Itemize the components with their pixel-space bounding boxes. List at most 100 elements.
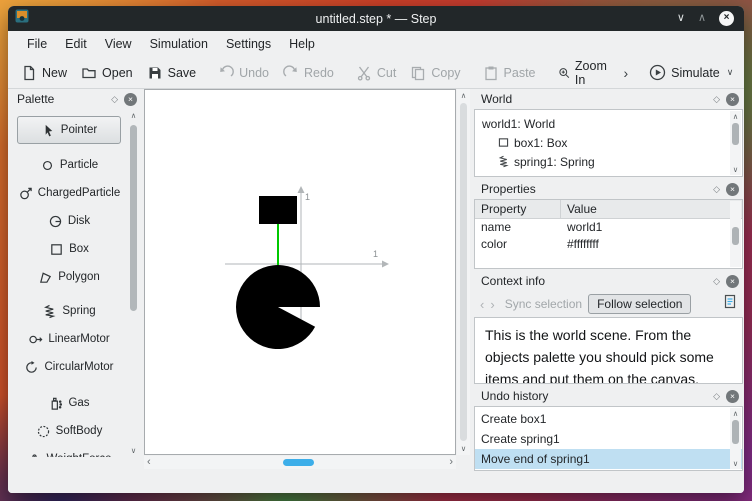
forward-button[interactable]: › [490, 297, 494, 312]
menu-file[interactable]: File [18, 37, 56, 51]
new-button[interactable]: New [14, 60, 74, 86]
canvas-horizontal-thumb[interactable] [283, 459, 314, 466]
maximize-button[interactable]: ∧ [698, 13, 706, 24]
properties-scrollbar-thumb[interactable] [732, 227, 739, 245]
palette-item-particle[interactable]: Particle [12, 151, 126, 179]
scroll-up-icon[interactable]: ∧ [127, 111, 140, 120]
scroll-down-icon[interactable]: ∨ [730, 459, 741, 468]
undo-button[interactable]: Undo [211, 60, 276, 86]
canvas-vertical-thumb[interactable] [460, 103, 467, 441]
undo-history-header: Undo history ◇ × [474, 386, 743, 406]
column-header-value[interactable]: Value [561, 200, 742, 218]
scroll-right-icon[interactable]: › [449, 456, 453, 469]
tree-item-spring1[interactable]: spring1: Spring [475, 152, 742, 171]
scene: 1 1 [225, 186, 389, 350]
world-panel: World ◇ × world1: World box1: Box spring… [474, 89, 743, 177]
world-detach-icon[interactable]: ◇ [713, 94, 720, 105]
undo-history-scrollbar-thumb[interactable] [732, 420, 739, 444]
box1-shape[interactable] [259, 196, 297, 224]
context-info-title: Context info [481, 274, 546, 288]
property-row-color[interactable]: color #ffffffff [475, 236, 742, 253]
open-in-browser-icon[interactable] [723, 294, 737, 314]
palette-item-polygon[interactable]: Polygon [12, 263, 126, 291]
scroll-up-icon[interactable]: ∧ [457, 91, 470, 100]
toolbar-overflow-button[interactable]: › [617, 65, 634, 81]
tree-item-world1[interactable]: world1: World [475, 114, 742, 133]
world-canvas[interactable]: 1 1 [144, 89, 456, 455]
open-button[interactable]: Open [74, 60, 140, 86]
world-scrollbar-thumb[interactable] [732, 123, 739, 145]
menu-view[interactable]: View [96, 37, 141, 51]
palette-item-softbody[interactable]: SoftBody [12, 417, 126, 445]
scroll-down-icon[interactable]: ∨ [457, 444, 470, 453]
palette-close-icon[interactable]: × [124, 92, 137, 106]
cut-button[interactable]: Cut [349, 60, 403, 86]
context-info-header: Context info ◇ × [474, 271, 743, 291]
paste-button[interactable]: Paste [476, 60, 543, 86]
context-info-close-icon[interactable]: × [726, 274, 739, 288]
x-axis-tick: 1 [373, 249, 378, 259]
palette-item-circularmotor[interactable]: CircularMotor [12, 353, 126, 381]
properties-close-icon[interactable]: × [726, 182, 739, 196]
cut-icon [357, 66, 371, 81]
scroll-up-icon[interactable]: ∧ [730, 112, 741, 121]
scroll-down-icon[interactable]: ∨ [127, 446, 140, 455]
palette-item-gas[interactable]: Gas [12, 389, 126, 417]
properties-scrollbar[interactable] [730, 201, 741, 267]
context-info-text: This is the world scene. From the object… [474, 317, 743, 384]
undo-history-close-icon[interactable]: × [726, 389, 739, 403]
scroll-left-icon[interactable]: ‹ [147, 456, 151, 469]
disk-icon [49, 215, 61, 227]
palette-item-disk[interactable]: Disk [12, 207, 126, 235]
property-row-name[interactable]: name world1 [475, 219, 742, 236]
sync-selection-button[interactable]: Sync selection [505, 297, 582, 311]
palette-item-spring[interactable]: Spring [12, 297, 126, 325]
minimize-button[interactable]: ∨ [677, 13, 685, 24]
menu-settings[interactable]: Settings [217, 37, 280, 51]
column-header-property[interactable]: Property [475, 200, 561, 218]
redo-button[interactable]: Redo [276, 60, 341, 86]
weight-icon [31, 453, 37, 457]
palette-item-linearmotor[interactable]: LinearMotor [12, 325, 126, 353]
undo-item-move-end-of-spring1[interactable]: Move end of spring1 [475, 449, 742, 469]
world-panel-title: World [481, 92, 513, 106]
palette-scrollbar-thumb[interactable] [130, 125, 137, 311]
simulate-button[interactable]: Simulate ∨ [642, 60, 740, 86]
palette-item-box[interactable]: Box [12, 235, 126, 263]
disk-shape[interactable] [236, 265, 320, 350]
world-close-icon[interactable]: × [726, 92, 739, 106]
palette-item-chargedparticle[interactable]: ChargedParticle [12, 179, 126, 207]
menu-help[interactable]: Help [280, 37, 324, 51]
undo-history-scrollbar[interactable]: ∧ ∨ [730, 408, 741, 469]
palette-item-pointer[interactable]: Pointer [17, 116, 121, 144]
scroll-up-icon[interactable]: ∧ [730, 409, 741, 418]
follow-selection-button[interactable]: Follow selection [588, 294, 692, 314]
save-button[interactable]: Save [140, 60, 204, 86]
back-button[interactable]: ‹ [480, 297, 484, 312]
world-panel-header: World ◇ × [474, 89, 743, 109]
zoom-in-button[interactable]: Zoom In [551, 59, 618, 87]
menu-simulation[interactable]: Simulation [141, 37, 217, 51]
app-window: untitled.step * — Step ∨ ∧ × File Edit V… [8, 6, 744, 493]
undo-history-title: Undo history [481, 389, 549, 403]
copy-button[interactable]: Copy [403, 60, 467, 86]
palette-item-weightforce[interactable]: WeightForce [12, 445, 126, 457]
titlebar[interactable]: untitled.step * — Step ∨ ∧ × [8, 6, 744, 31]
world-scrollbar[interactable]: ∧ ∨ [730, 111, 741, 175]
context-info-detach-icon[interactable]: ◇ [713, 276, 720, 287]
palette-detach-icon[interactable]: ◇ [111, 94, 118, 105]
palette-scrollbar[interactable]: ∧ ∨ [127, 109, 140, 457]
tree-item-box1[interactable]: box1: Box [475, 133, 742, 152]
world-tree: world1: World box1: Box spring1: Spring [474, 109, 743, 177]
close-button[interactable]: × [719, 11, 734, 26]
undo-item-create-box1[interactable]: Create box1 [475, 409, 742, 429]
simulate-dropdown-icon[interactable]: ∨ [727, 67, 734, 78]
undo-icon [220, 64, 234, 77]
canvas-vertical-scrollbar[interactable]: ∧ ∨ [457, 89, 470, 455]
canvas-horizontal-scrollbar[interactable]: ‹ › [144, 456, 456, 469]
scroll-down-icon[interactable]: ∨ [730, 165, 741, 174]
undo-history-detach-icon[interactable]: ◇ [713, 391, 720, 402]
undo-item-create-spring1[interactable]: Create spring1 [475, 429, 742, 449]
properties-detach-icon[interactable]: ◇ [713, 184, 720, 195]
menu-edit[interactable]: Edit [56, 37, 96, 51]
